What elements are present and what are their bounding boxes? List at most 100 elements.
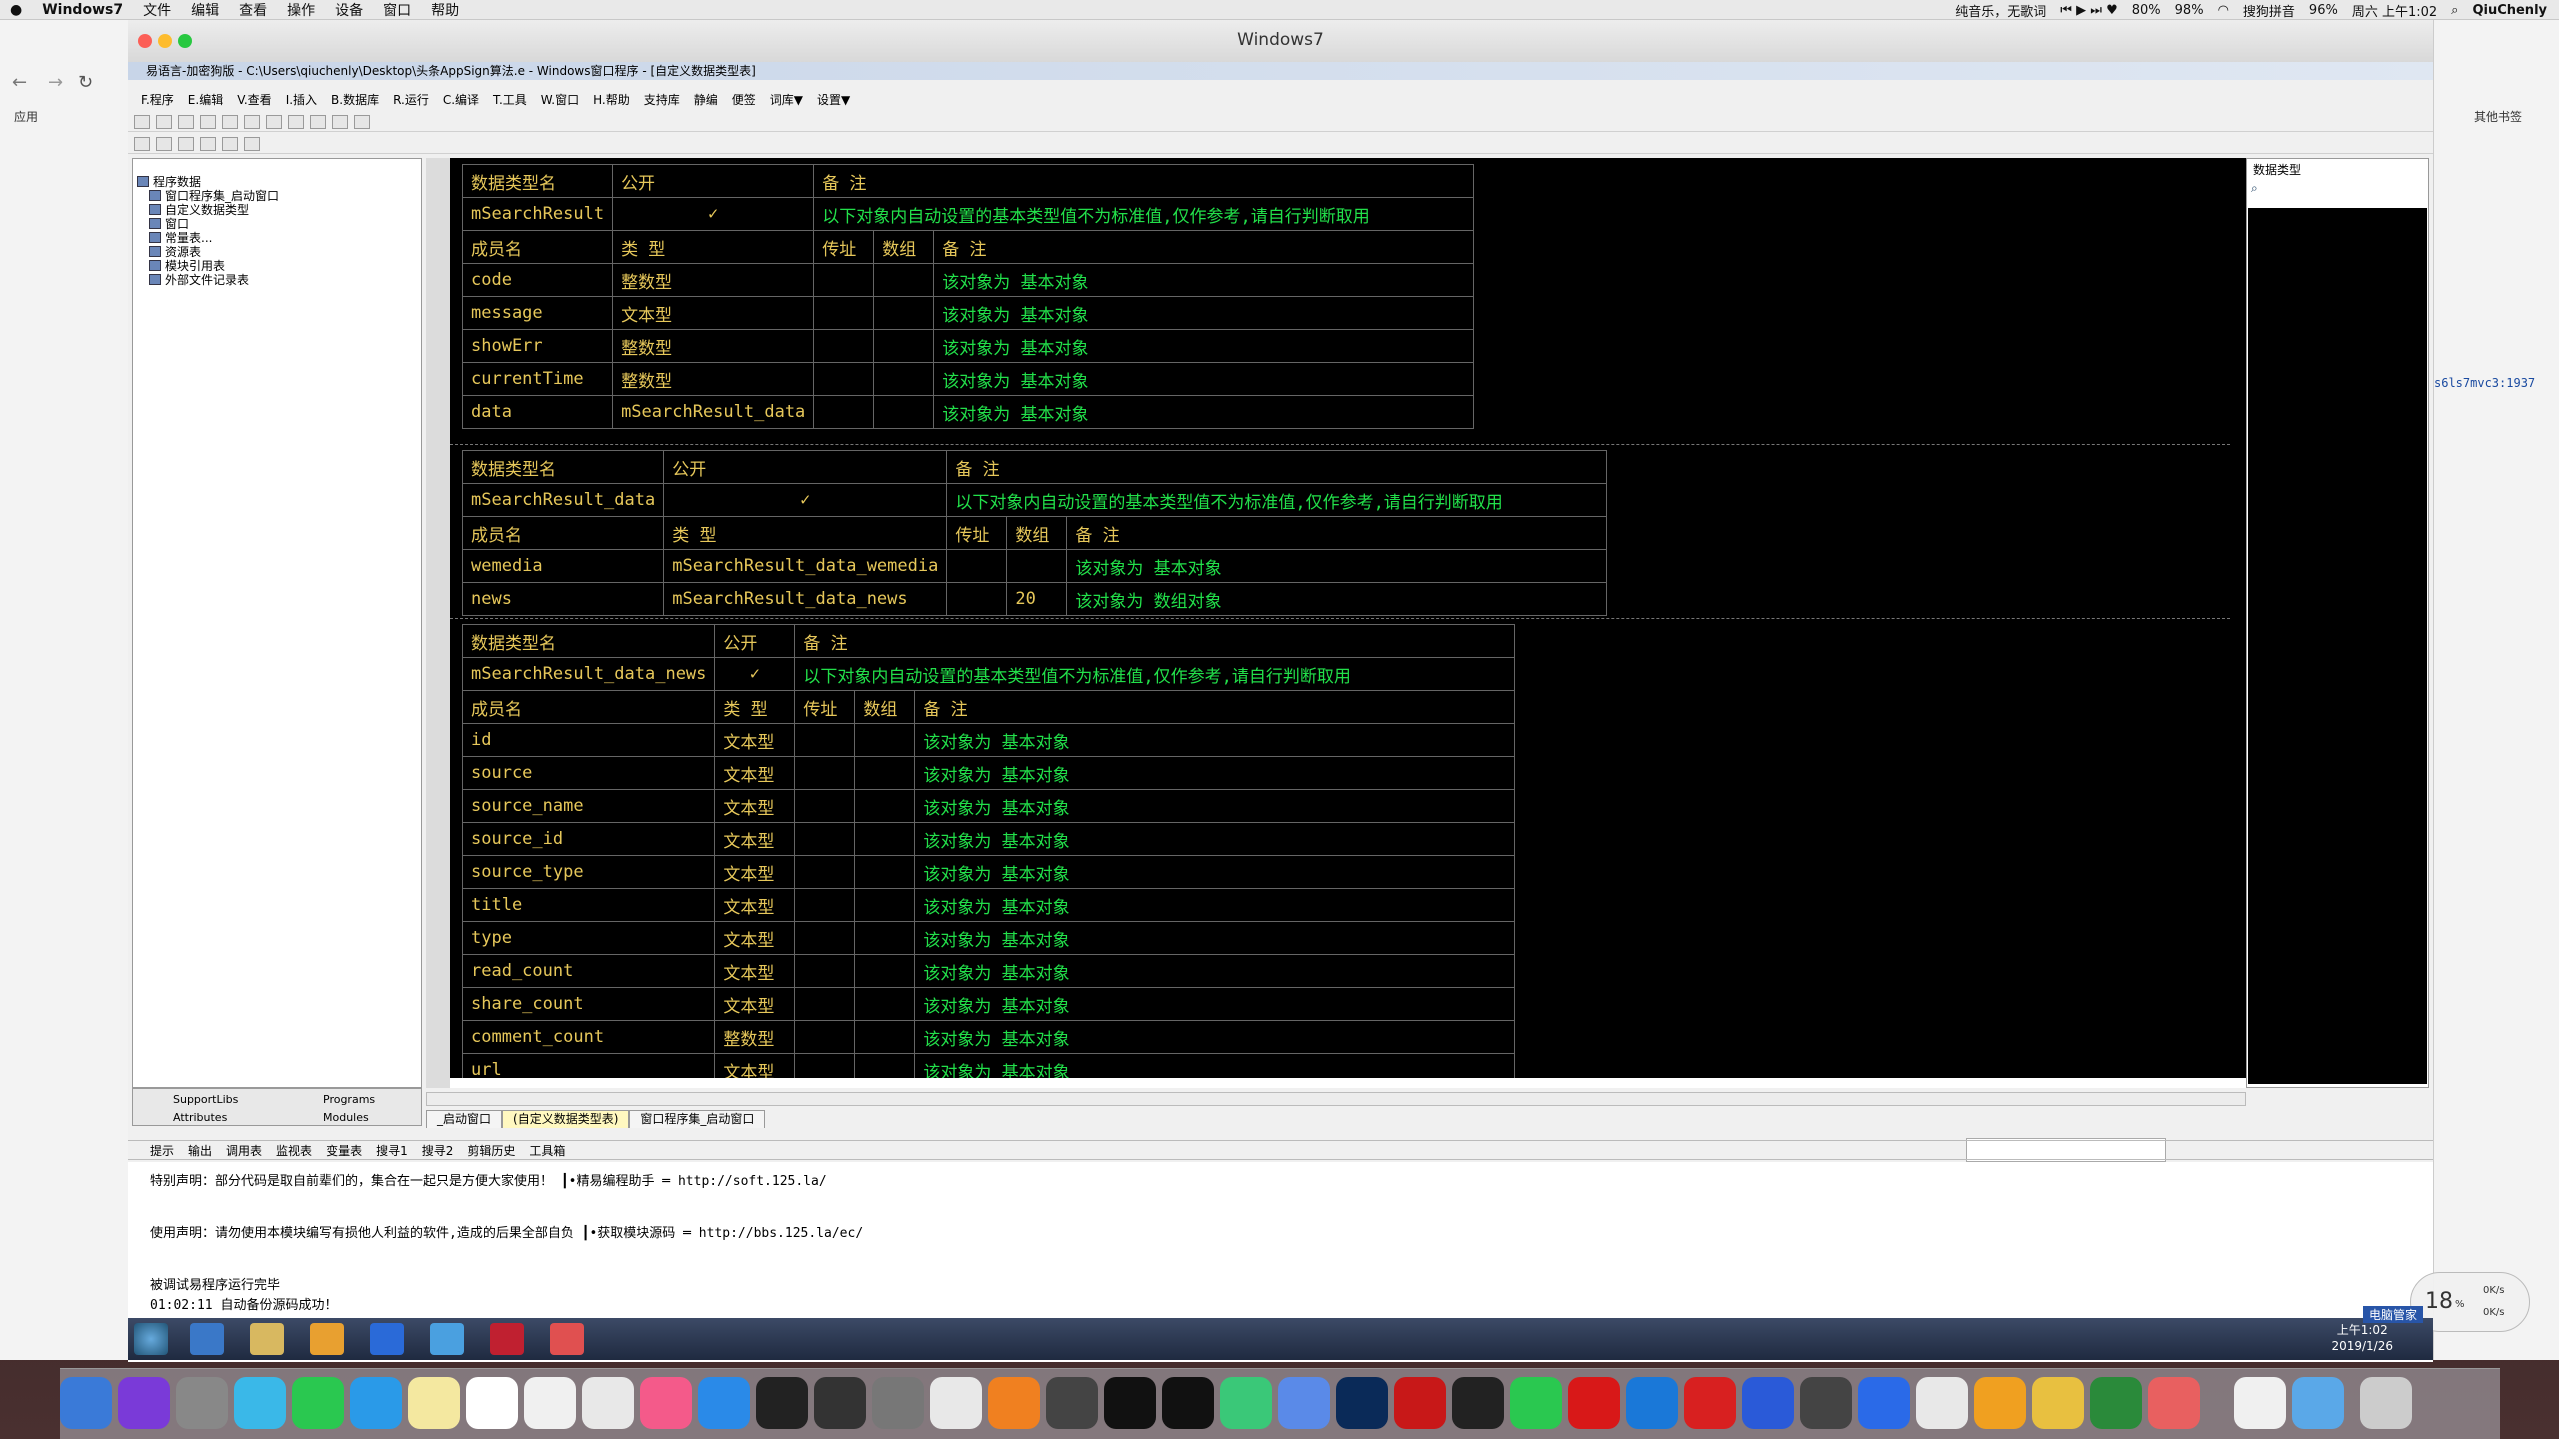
align-top-icon[interactable]	[178, 136, 194, 151]
member-type[interactable]: 文本型	[714, 723, 796, 757]
member-array[interactable]	[873, 263, 935, 297]
member-remark[interactable]: 该对象为 基本对象	[914, 855, 1516, 889]
align-left-icon[interactable]	[134, 136, 150, 151]
xcode-icon[interactable]	[1278, 1377, 1330, 1429]
chrome-icon[interactable]	[930, 1377, 982, 1429]
member-type[interactable]: 整数型	[612, 362, 815, 396]
member-remark[interactable]: 该对象为 基本对象	[933, 395, 1475, 429]
tab-variables[interactable]: 变量表	[326, 1142, 362, 1159]
member-row[interactable]: wemedia mSearchResult_data_wemedia 该对象为 基本…	[461, 549, 1608, 583]
member-type[interactable]: 文本型	[714, 921, 796, 955]
photos-icon[interactable]	[582, 1377, 634, 1429]
photoshop-icon[interactable]	[1336, 1377, 1388, 1429]
member-name[interactable]: source_id	[461, 822, 716, 856]
member-row[interactable]: share_count 文本型 该对象为 基本对象	[461, 987, 1516, 1021]
tab-attributes[interactable]: Attributes	[173, 1111, 227, 1124]
member-remark[interactable]: 该对象为 基本对象	[914, 921, 1516, 955]
member-name[interactable]: data	[461, 395, 614, 429]
member-array[interactable]	[854, 789, 916, 823]
member-name[interactable]: source	[461, 756, 716, 790]
member-row[interactable]: currentTime 整数型 该对象为 基本对象	[461, 362, 1475, 396]
member-array[interactable]	[873, 362, 935, 396]
same-width-icon[interactable]	[222, 136, 238, 151]
menu-file[interactable]: 文件	[133, 0, 181, 20]
ide-menu-help[interactable]: H.帮助	[586, 91, 637, 108]
member-byref[interactable]	[794, 1053, 856, 1078]
notes-icon[interactable]	[408, 1377, 460, 1429]
member-row[interactable]: showErr 整数型 该对象为 基本对象	[461, 329, 1475, 363]
member-row[interactable]: comment_count 整数型 该对象为 基本对象	[461, 1020, 1516, 1054]
member-type[interactable]: 整数型	[714, 1020, 796, 1054]
member-name[interactable]: id	[461, 723, 716, 757]
windows-clock[interactable]: 上午1:02 2019/1/26	[2331, 1322, 2393, 1354]
member-name[interactable]: showErr	[461, 329, 614, 363]
ide-menu-edit[interactable]: E.编辑	[181, 91, 230, 108]
public-check[interactable]: ✓	[663, 483, 948, 517]
editor-hscrollbar[interactable]	[426, 1092, 2246, 1106]
type-name-cell[interactable]: mSearchResult_data	[461, 483, 665, 517]
new-file-icon[interactable]	[134, 114, 150, 129]
safari-icon[interactable]	[350, 1377, 402, 1429]
member-type[interactable]: 文本型	[714, 855, 796, 889]
align-right-icon[interactable]	[156, 136, 172, 151]
music-icon[interactable]	[640, 1377, 692, 1429]
app-icon[interactable]	[430, 1323, 464, 1355]
member-array[interactable]	[1006, 549, 1068, 583]
ide-menu-database[interactable]: B.数据库	[324, 91, 386, 108]
doc-tab-module[interactable]: 窗口程序集_启动窗口	[629, 1110, 766, 1128]
member-type[interactable]: 文本型	[714, 888, 796, 922]
member-array[interactable]	[873, 329, 935, 363]
member-type[interactable]: 整数型	[612, 329, 815, 363]
member-row[interactable]: url 文本型 该对象为 基本对象	[461, 1053, 1516, 1078]
member-byref[interactable]	[813, 329, 875, 363]
menubar-clock[interactable]: 周六 上午1:02	[2352, 1, 2437, 20]
member-byref[interactable]	[794, 822, 856, 856]
input-method[interactable]: 搜狗拼音	[2243, 1, 2295, 20]
member-name[interactable]: title	[461, 888, 716, 922]
member-byref[interactable]	[794, 954, 856, 988]
member-remark[interactable]: 该对象为 基本对象	[933, 263, 1475, 297]
media-controls-icon[interactable]: ⏮ ▶ ⏭ ♥	[2060, 3, 2117, 18]
member-remark[interactable]: 该对象为 基本对象	[933, 329, 1475, 363]
member-remark[interactable]: 该对象为 基本对象	[914, 723, 1516, 757]
trash-icon[interactable]	[2360, 1377, 2412, 1429]
now-playing[interactable]: 纯音乐，无歌词	[1955, 1, 2046, 20]
member-row[interactable]: id 文本型 该对象为 基本对象	[461, 723, 1516, 757]
member-array[interactable]	[854, 723, 916, 757]
member-byref[interactable]	[794, 1020, 856, 1054]
folder-icon[interactable]	[2032, 1377, 2084, 1429]
member-type[interactable]: 文本型	[714, 822, 796, 856]
member-type[interactable]: 文本型	[612, 296, 815, 330]
ide-menu-window[interactable]: W.窗口	[534, 91, 586, 108]
settings-icon[interactable]	[872, 1377, 924, 1429]
member-type[interactable]: 文本型	[714, 756, 796, 790]
member-remark[interactable]: 该对象为 基本对象	[914, 888, 1516, 922]
member-remark[interactable]: 该对象为 基本对象	[914, 789, 1516, 823]
sogou-icon[interactable]	[370, 1323, 404, 1355]
explorer-icon[interactable]	[250, 1323, 284, 1355]
apple-menu-icon[interactable]: ●	[0, 2, 32, 18]
tree-item-external-files[interactable]: 外部文件记录表	[149, 271, 249, 288]
ide-menu-view[interactable]: V.查看	[230, 91, 278, 108]
ide-menu-supportlib[interactable]: 支持库	[637, 91, 687, 108]
member-type[interactable]: 文本型	[714, 789, 796, 823]
bookmark-apps[interactable]: 应用	[14, 108, 38, 125]
menu-view[interactable]: 查看	[229, 0, 277, 20]
member-type[interactable]: 整数型	[612, 263, 815, 297]
downloads-icon[interactable]	[2292, 1377, 2344, 1429]
member-byref[interactable]	[794, 921, 856, 955]
tab-programs[interactable]: Programs	[323, 1093, 375, 1106]
run-icon[interactable]	[310, 114, 326, 129]
type-remark[interactable]: 以下对象内自动设置的基本类型值不为标准值,仅作参考,请自行判断取用	[794, 657, 1516, 691]
back-icon[interactable]: ←	[12, 72, 27, 93]
copy-icon[interactable]	[222, 114, 238, 129]
ide-menu-lexicon[interactable]: 词库▼	[763, 91, 810, 108]
member-name[interactable]: comment_count	[461, 1020, 716, 1054]
ide-menu-static[interactable]: 静编	[687, 91, 725, 108]
member-type[interactable]: 文本型	[714, 954, 796, 988]
search-icon[interactable]: ⌕	[2251, 181, 2258, 196]
stop-icon[interactable]	[332, 114, 348, 129]
reload-icon[interactable]: ↻	[78, 72, 93, 93]
ide-menu-settings[interactable]: 设置▼	[810, 91, 857, 108]
member-byref[interactable]	[794, 855, 856, 889]
